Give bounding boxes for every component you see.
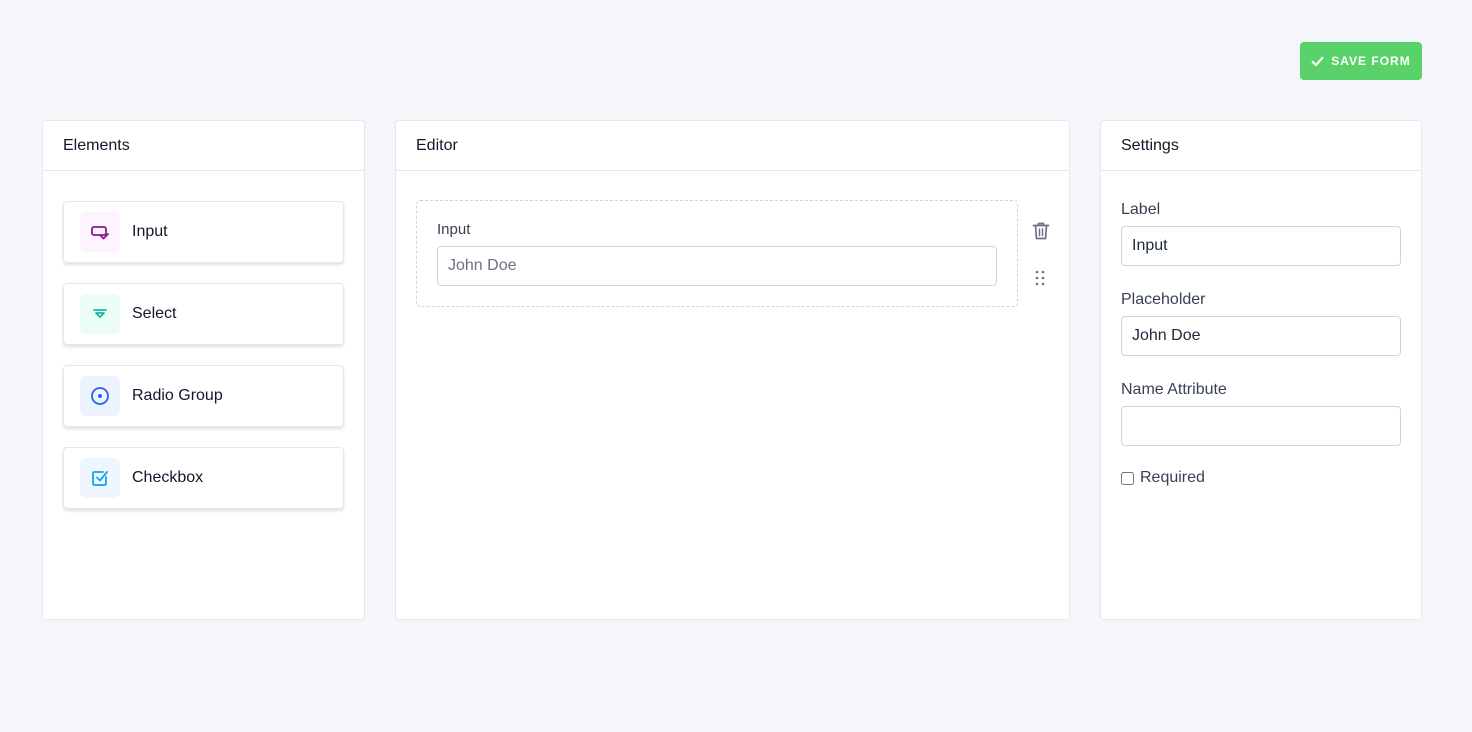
input-icon xyxy=(80,212,120,252)
placeholder-setting-label: Placeholder xyxy=(1121,291,1206,308)
element-item-label: Checkbox xyxy=(132,469,204,486)
check-icon xyxy=(1311,56,1324,66)
form-field-input[interactable] xyxy=(437,246,997,286)
settings-panel-title: Settings xyxy=(1101,121,1421,171)
select-icon xyxy=(80,294,120,334)
editor-panel-title: Editor xyxy=(396,121,1069,171)
drag-handle-icon[interactable] xyxy=(1033,269,1047,287)
settings-panel: Settings Label Placeholder Name Attribut… xyxy=(1100,120,1422,620)
elements-panel: Elements Input Select Radio Group Checkb… xyxy=(42,120,365,620)
element-item-radio-group[interactable]: Radio Group xyxy=(63,365,344,427)
element-item-input[interactable]: Input xyxy=(63,201,344,263)
elements-panel-title: Elements xyxy=(43,121,364,171)
element-item-label: Select xyxy=(132,305,177,322)
element-item-checkbox[interactable]: Checkbox xyxy=(63,447,344,509)
elements-list: Input Select Radio Group Checkbox xyxy=(43,171,364,509)
trash-icon[interactable] xyxy=(1032,221,1050,241)
element-item-label: Input xyxy=(132,223,168,240)
radio-icon xyxy=(80,376,120,416)
required-setting[interactable]: Required xyxy=(1121,469,1401,487)
editor-panel: Editor Input xyxy=(395,120,1070,620)
save-form-button[interactable]: SAVE FORM xyxy=(1300,42,1422,80)
required-checkbox[interactable] xyxy=(1121,471,1134,485)
form-field-label: Input xyxy=(437,221,471,238)
label-setting-label: Label xyxy=(1121,201,1161,218)
required-label: Required xyxy=(1140,469,1205,486)
checkbox-icon xyxy=(80,458,120,498)
form-field-block[interactable]: Input xyxy=(416,200,1018,307)
name-attribute-setting-input[interactable] xyxy=(1121,406,1401,446)
element-item-label: Radio Group xyxy=(132,387,223,404)
label-setting-input[interactable] xyxy=(1121,226,1401,266)
name-attribute-setting-label: Name Attribute xyxy=(1121,381,1227,398)
save-form-label: SAVE FORM xyxy=(1331,54,1411,68)
placeholder-setting-input[interactable] xyxy=(1121,316,1401,356)
element-item-select[interactable]: Select xyxy=(63,283,344,345)
